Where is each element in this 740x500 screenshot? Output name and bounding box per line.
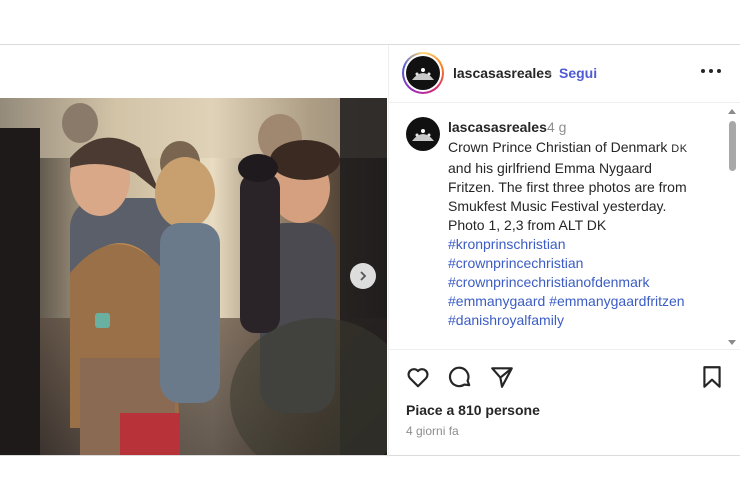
follow-button[interactable]: Segui xyxy=(559,65,597,81)
heart-icon[interactable] xyxy=(405,364,431,390)
next-photo-button[interactable] xyxy=(350,263,376,289)
scroll-down-arrow[interactable] xyxy=(728,340,736,345)
likes-count[interactable]: Piace a 810 persone xyxy=(406,402,540,418)
tiara-icon xyxy=(412,68,434,80)
action-bar: Piace a 810 persone 4 giorni fa xyxy=(389,349,740,457)
bookmark-icon[interactable] xyxy=(699,364,725,390)
post-date[interactable]: 4 giorni fa xyxy=(406,424,459,438)
caption-line: Photo 1, 2,3 from ALT DK xyxy=(448,217,607,233)
tiara-icon xyxy=(412,129,434,141)
comment-icon[interactable] xyxy=(447,364,473,390)
scroll-thumb[interactable] xyxy=(729,121,736,171)
hashtag-link[interactable]: #crownprincechristian xyxy=(448,254,718,273)
caption-avatar[interactable] xyxy=(406,117,440,151)
separator-dot: • xyxy=(547,65,552,81)
photo-image xyxy=(0,98,387,455)
header-username[interactable]: lascasasreales xyxy=(453,65,552,81)
post-header: lascasasreales • Segui xyxy=(389,45,740,103)
scroll-up-arrow[interactable] xyxy=(728,109,736,114)
chevron-right-icon xyxy=(360,271,367,281)
hashtag-link[interactable]: #crownprincechristianofdenmark xyxy=(448,273,718,292)
caption-section: lascasasreales 4 g Crown Prince Christia… xyxy=(389,104,740,349)
caption-line: Crown Prince Christian of Denmark DK xyxy=(448,139,688,155)
caption-username[interactable]: lascasasreales xyxy=(448,119,547,135)
hashtag-link[interactable]: #kronprinschristian xyxy=(448,235,718,254)
more-options-icon[interactable] xyxy=(701,69,721,75)
caption-text: Crown Prince Christian of Denmark DK and… xyxy=(448,138,718,330)
avatar xyxy=(406,56,440,90)
hashtag-link[interactable]: #danishroyalfamily xyxy=(448,311,718,330)
flag-code: DK xyxy=(671,143,688,155)
send-icon[interactable] xyxy=(489,364,515,390)
caption-time[interactable]: 4 g xyxy=(547,119,566,135)
caption-scrollbar[interactable] xyxy=(725,107,739,347)
caption-line: Fritzen. The first three photos are from xyxy=(448,179,687,195)
hashtag-link[interactable]: #emmanygaard #emmanygaardfritzen xyxy=(448,292,718,311)
post-photo[interactable] xyxy=(0,98,387,455)
post-sidebar: lascasasreales • Segui lascasasreales 4 … xyxy=(388,45,740,457)
caption-line: and his girlfriend Emma Nygaard xyxy=(448,160,652,176)
story-ring[interactable] xyxy=(402,52,444,94)
instagram-post: lascasasreales • Segui lascasasreales 4 … xyxy=(0,44,740,457)
caption-line: Smukfest Music Festival yesterday. xyxy=(448,198,667,214)
